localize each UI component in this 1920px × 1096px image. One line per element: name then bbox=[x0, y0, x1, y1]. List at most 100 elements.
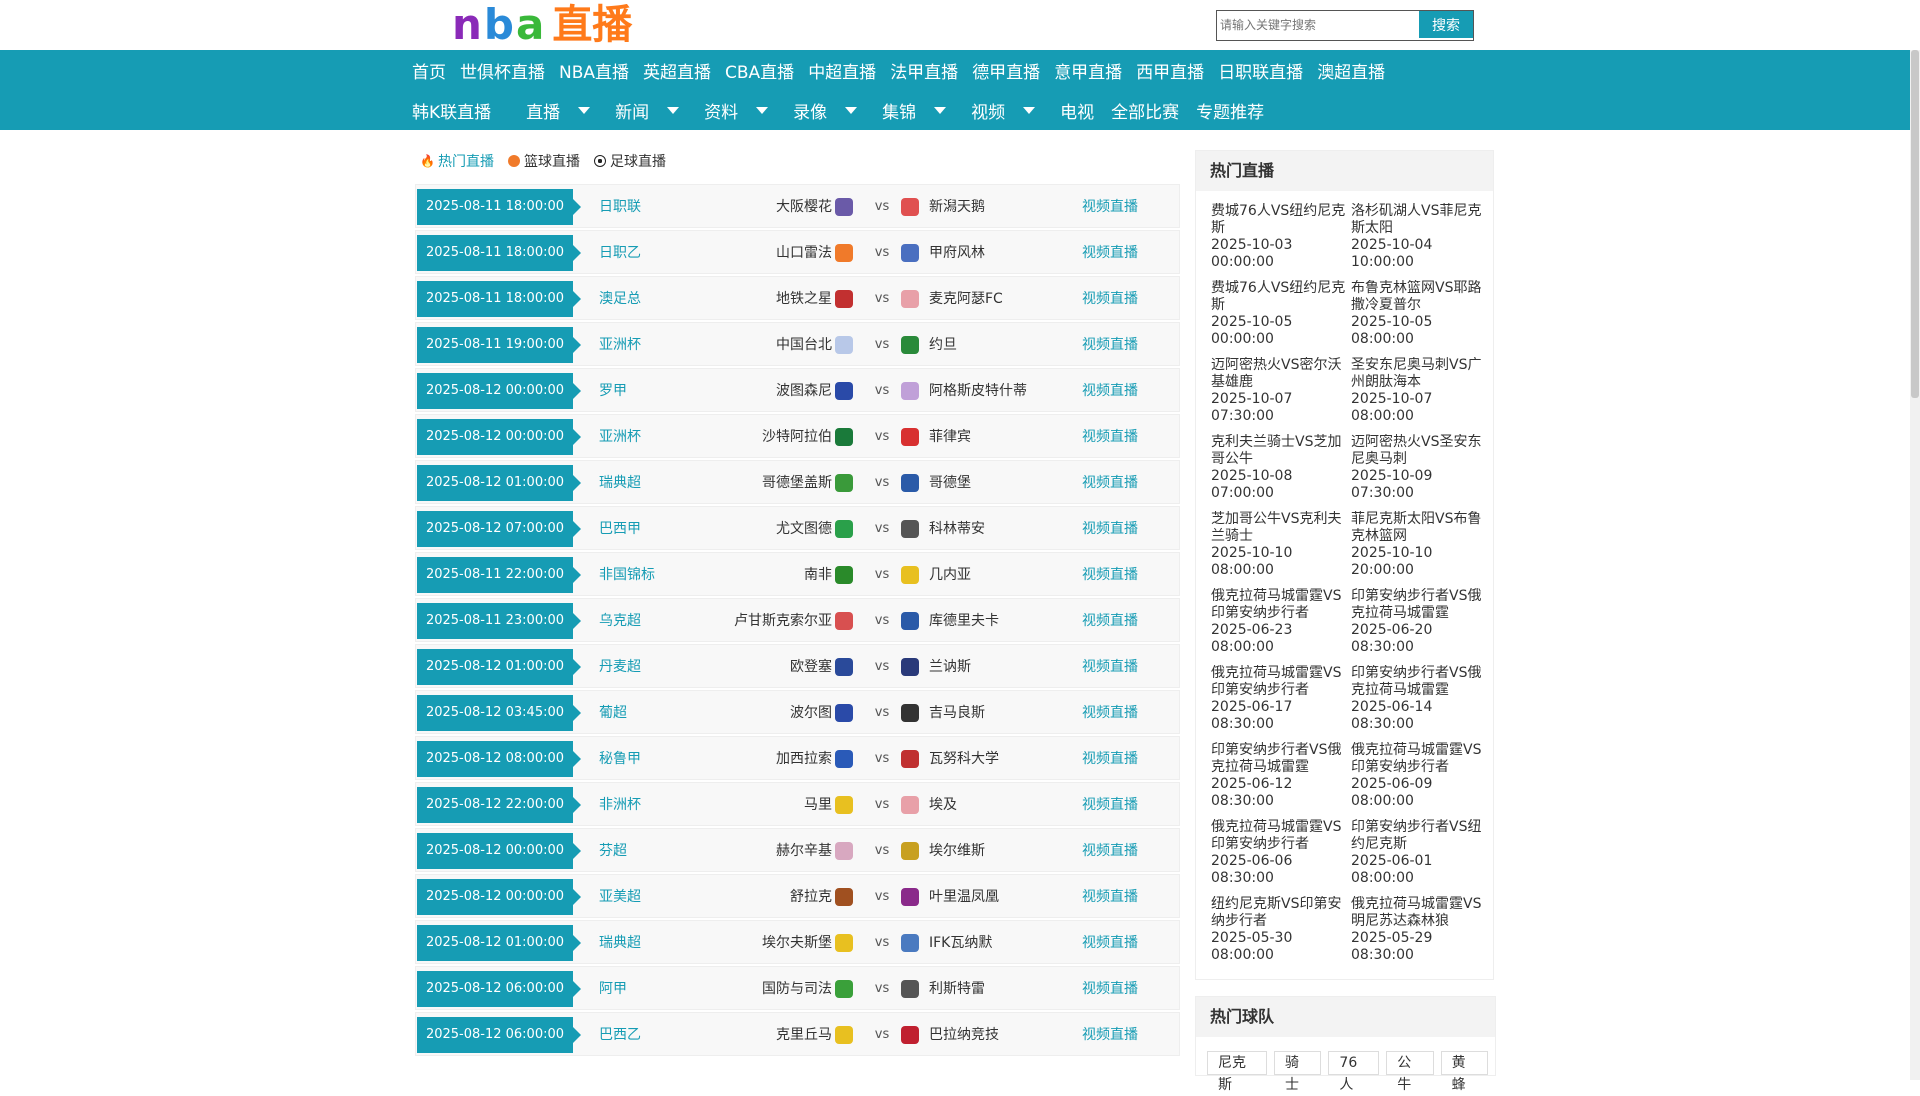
league-link[interactable]: 芬超 bbox=[599, 829, 627, 873]
watch-live-link[interactable]: 视频直播 bbox=[1082, 967, 1138, 1011]
hot-live-item[interactable]: 俄克拉荷马城雷霆VS印第安纳步行者 2025-06-09 08:00:00 bbox=[1351, 742, 1491, 819]
hot-live-item[interactable]: 俄克拉荷马城雷霆VS印第安纳步行者 2025-06-17 08:30:00 bbox=[1211, 665, 1351, 742]
league-link[interactable]: 瑞典超 bbox=[599, 461, 641, 505]
nav-item-row2-3[interactable]: 新闻 bbox=[608, 98, 689, 123]
watch-live-link[interactable]: 视频直播 bbox=[1082, 415, 1138, 459]
hot-live-item[interactable]: 圣安东尼奥马刺VS广州朗肽海本 2025-10-07 08:00:00 bbox=[1351, 357, 1491, 434]
nav-item-3[interactable]: NBA直播 bbox=[552, 58, 636, 83]
nav-item-row2-10[interactable]: 专题推荐 bbox=[1189, 98, 1274, 123]
league-link[interactable]: 巴西甲 bbox=[599, 507, 641, 551]
watch-live-link[interactable]: 视频直播 bbox=[1082, 599, 1138, 643]
nav-item-row2-7[interactable]: 视频 bbox=[964, 98, 1045, 123]
team-tag[interactable]: 黄蜂 bbox=[1440, 1051, 1489, 1093]
hot-live-item[interactable]: 俄克拉荷马城雷霆VS明尼苏达森林狼 2025-05-29 08:30:00 bbox=[1351, 896, 1491, 973]
watch-live-link[interactable]: 视频直播 bbox=[1082, 461, 1138, 505]
watch-live-link[interactable]: 视频直播 bbox=[1082, 645, 1138, 689]
nav-item-row2-2[interactable]: 直播 bbox=[519, 98, 600, 123]
league-link[interactable]: 亚洲杯 bbox=[599, 323, 641, 367]
league-link[interactable]: 丹麦超 bbox=[599, 645, 641, 689]
hot-live-item[interactable]: 克利夫兰骑士VS芝加哥公牛 2025-10-08 07:00:00 bbox=[1211, 434, 1351, 511]
search-input[interactable] bbox=[1217, 11, 1419, 38]
hot-live-item[interactable]: 印第安纳步行者VS纽约尼克斯 2025-06-01 08:00:00 bbox=[1351, 819, 1491, 896]
league-link[interactable]: 非洲杯 bbox=[599, 783, 641, 827]
hot-live-item[interactable]: 俄克拉荷马城雷霆VS印第安纳步行者 2025-06-23 08:00:00 bbox=[1211, 588, 1351, 665]
match-row: 2025-08-12 07:00:00 巴西甲 尤文图德 vs 科林蒂安 视频直播 bbox=[415, 506, 1180, 550]
hot-live-item[interactable]: 迈阿密热火VS密尔沃基雄鹿 2025-10-07 07:30:00 bbox=[1211, 357, 1351, 434]
league-link[interactable]: 秘鲁甲 bbox=[599, 737, 641, 781]
hot-live-item[interactable]: 俄克拉荷马城雷霆VS印第安纳步行者 2025-06-06 08:30:00 bbox=[1211, 819, 1351, 896]
hot-live-item[interactable]: 印第安纳步行者VS俄克拉荷马城雷霆 2025-06-12 08:30:00 bbox=[1211, 742, 1351, 819]
search-button[interactable]: 搜索 bbox=[1419, 11, 1473, 38]
league-link[interactable]: 葡超 bbox=[599, 691, 627, 735]
league-link[interactable]: 亚洲杯 bbox=[599, 415, 641, 459]
hot-live-item[interactable]: 芝加哥公牛VS克利夫兰骑士 2025-10-10 08:00:00 bbox=[1211, 511, 1351, 588]
match-row: 2025-08-12 00:00:00 亚洲杯 沙特阿拉伯 vs 菲律宾 视频直播 bbox=[415, 414, 1180, 458]
watch-live-link[interactable]: 视频直播 bbox=[1082, 875, 1138, 919]
team-tag[interactable]: 尼克斯 bbox=[1207, 1051, 1268, 1093]
nav-item-6[interactable]: 中超直播 bbox=[801, 58, 883, 83]
hot-live-item[interactable]: 费城76人VS纽约尼克斯 2025-10-03 00:00:00 bbox=[1211, 203, 1351, 280]
watch-live-link[interactable]: 视频直播 bbox=[1082, 277, 1138, 321]
watch-live-link[interactable]: 视频直播 bbox=[1082, 369, 1138, 413]
scrollbar-thumb[interactable] bbox=[1911, 50, 1919, 398]
nav-item-row2-9[interactable]: 全部比赛 bbox=[1104, 98, 1189, 123]
hot-live-item[interactable]: 迈阿密热火VS圣安东尼奥马刺 2025-10-09 07:30:00 bbox=[1351, 434, 1491, 511]
page-scrollbar[interactable] bbox=[1910, 50, 1920, 1080]
team-tag[interactable]: 76人 bbox=[1328, 1051, 1380, 1093]
nav-item-5[interactable]: CBA直播 bbox=[718, 58, 801, 83]
nav-item-1[interactable]: 首页 bbox=[405, 58, 453, 83]
league-link[interactable]: 澳足总 bbox=[599, 277, 641, 321]
watch-live-link[interactable]: 视频直播 bbox=[1082, 231, 1138, 275]
tab-2[interactable]: 篮球直播 bbox=[508, 151, 580, 171]
watch-live-link[interactable]: 视频直播 bbox=[1082, 737, 1138, 781]
hot-live-item[interactable]: 纽约尼克斯VS印第安纳步行者 2025-05-30 08:00:00 bbox=[1211, 896, 1351, 973]
watch-live-link[interactable]: 视频直播 bbox=[1082, 783, 1138, 827]
watch-live-link[interactable]: 视频直播 bbox=[1082, 829, 1138, 873]
league-link[interactable]: 乌克超 bbox=[599, 599, 641, 643]
nav-item-12[interactable]: 澳超直播 bbox=[1310, 58, 1392, 83]
league-link[interactable]: 非国锦标 bbox=[599, 553, 655, 597]
nav-item-11[interactable]: 日职联直播 bbox=[1211, 58, 1310, 83]
nav-item-row2-4[interactable]: 资料 bbox=[697, 98, 778, 123]
nav-item-row2-8[interactable]: 电视 bbox=[1053, 98, 1104, 123]
team-tag[interactable]: 公牛 bbox=[1386, 1051, 1434, 1093]
league-link[interactable]: 亚美超 bbox=[599, 875, 641, 919]
watch-live-link[interactable]: 视频直播 bbox=[1082, 553, 1138, 597]
team-tag[interactable]: 骑士 bbox=[1274, 1051, 1322, 1093]
tab-3[interactable]: 足球直播 bbox=[594, 151, 666, 171]
nav-item-7[interactable]: 法甲直播 bbox=[883, 58, 965, 83]
away-team: 利斯特雷 bbox=[929, 981, 985, 997]
nav-item-row2-1[interactable]: 韩K联直播 bbox=[405, 98, 519, 123]
away-team: 吉马良斯 bbox=[929, 705, 985, 721]
nav-item-10[interactable]: 西甲直播 bbox=[1129, 58, 1211, 83]
watch-live-link[interactable]: 视频直播 bbox=[1082, 921, 1138, 965]
nav-item-4[interactable]: 英超直播 bbox=[636, 58, 718, 83]
hot-live-date: 2025-10-08 07:00:00 bbox=[1211, 468, 1293, 501]
watch-live-link[interactable]: 视频直播 bbox=[1082, 507, 1138, 551]
watch-live-link[interactable]: 视频直播 bbox=[1082, 323, 1138, 367]
hot-live-item[interactable]: 洛杉矶湖人VS菲尼克斯太阳 2025-10-04 10:00:00 bbox=[1351, 203, 1491, 280]
hot-live-item[interactable]: 费城76人VS纽约尼克斯 2025-10-05 00:00:00 bbox=[1211, 280, 1351, 357]
league-link[interactable]: 阿甲 bbox=[599, 967, 627, 1011]
category-tabs: 🔥 热门直播 篮球直播 足球直播 bbox=[415, 150, 1180, 172]
league-link[interactable]: 罗甲 bbox=[599, 369, 627, 413]
nav-item-row2-6[interactable]: 集锦 bbox=[875, 98, 956, 123]
nav-item-2[interactable]: 世俱杯直播 bbox=[453, 58, 552, 83]
vs-label: vs bbox=[874, 935, 890, 950]
watch-live-link[interactable]: 视频直播 bbox=[1082, 691, 1138, 735]
league-link[interactable]: 日职乙 bbox=[599, 231, 641, 275]
hot-live-item[interactable]: 印第安纳步行者VS俄克拉荷马城雷霆 2025-06-14 08:30:00 bbox=[1351, 665, 1491, 742]
hot-live-item[interactable]: 布鲁克林篮网VS耶路撒冷夏普尔 2025-10-05 08:00:00 bbox=[1351, 280, 1491, 357]
league-link[interactable]: 日职联 bbox=[599, 185, 641, 229]
hot-live-item[interactable]: 菲尼克斯太阳VS布鲁克林篮网 2025-10-10 20:00:00 bbox=[1351, 511, 1491, 588]
site-logo[interactable]: nba 直播 bbox=[452, 2, 632, 49]
hot-live-item[interactable]: 印第安纳步行者VS俄克拉荷马城雷霆 2025-06-20 08:30:00 bbox=[1351, 588, 1491, 665]
tab-1[interactable]: 🔥 热门直播 bbox=[420, 151, 494, 171]
watch-live-link[interactable]: 视频直播 bbox=[1082, 1013, 1138, 1057]
nav-item-8[interactable]: 德甲直播 bbox=[965, 58, 1047, 83]
league-link[interactable]: 瑞典超 bbox=[599, 921, 641, 965]
nav-item-row2-5[interactable]: 录像 bbox=[786, 98, 867, 123]
watch-live-link[interactable]: 视频直播 bbox=[1082, 185, 1138, 229]
league-link[interactable]: 巴西乙 bbox=[599, 1013, 641, 1057]
nav-item-9[interactable]: 意甲直播 bbox=[1047, 58, 1129, 83]
